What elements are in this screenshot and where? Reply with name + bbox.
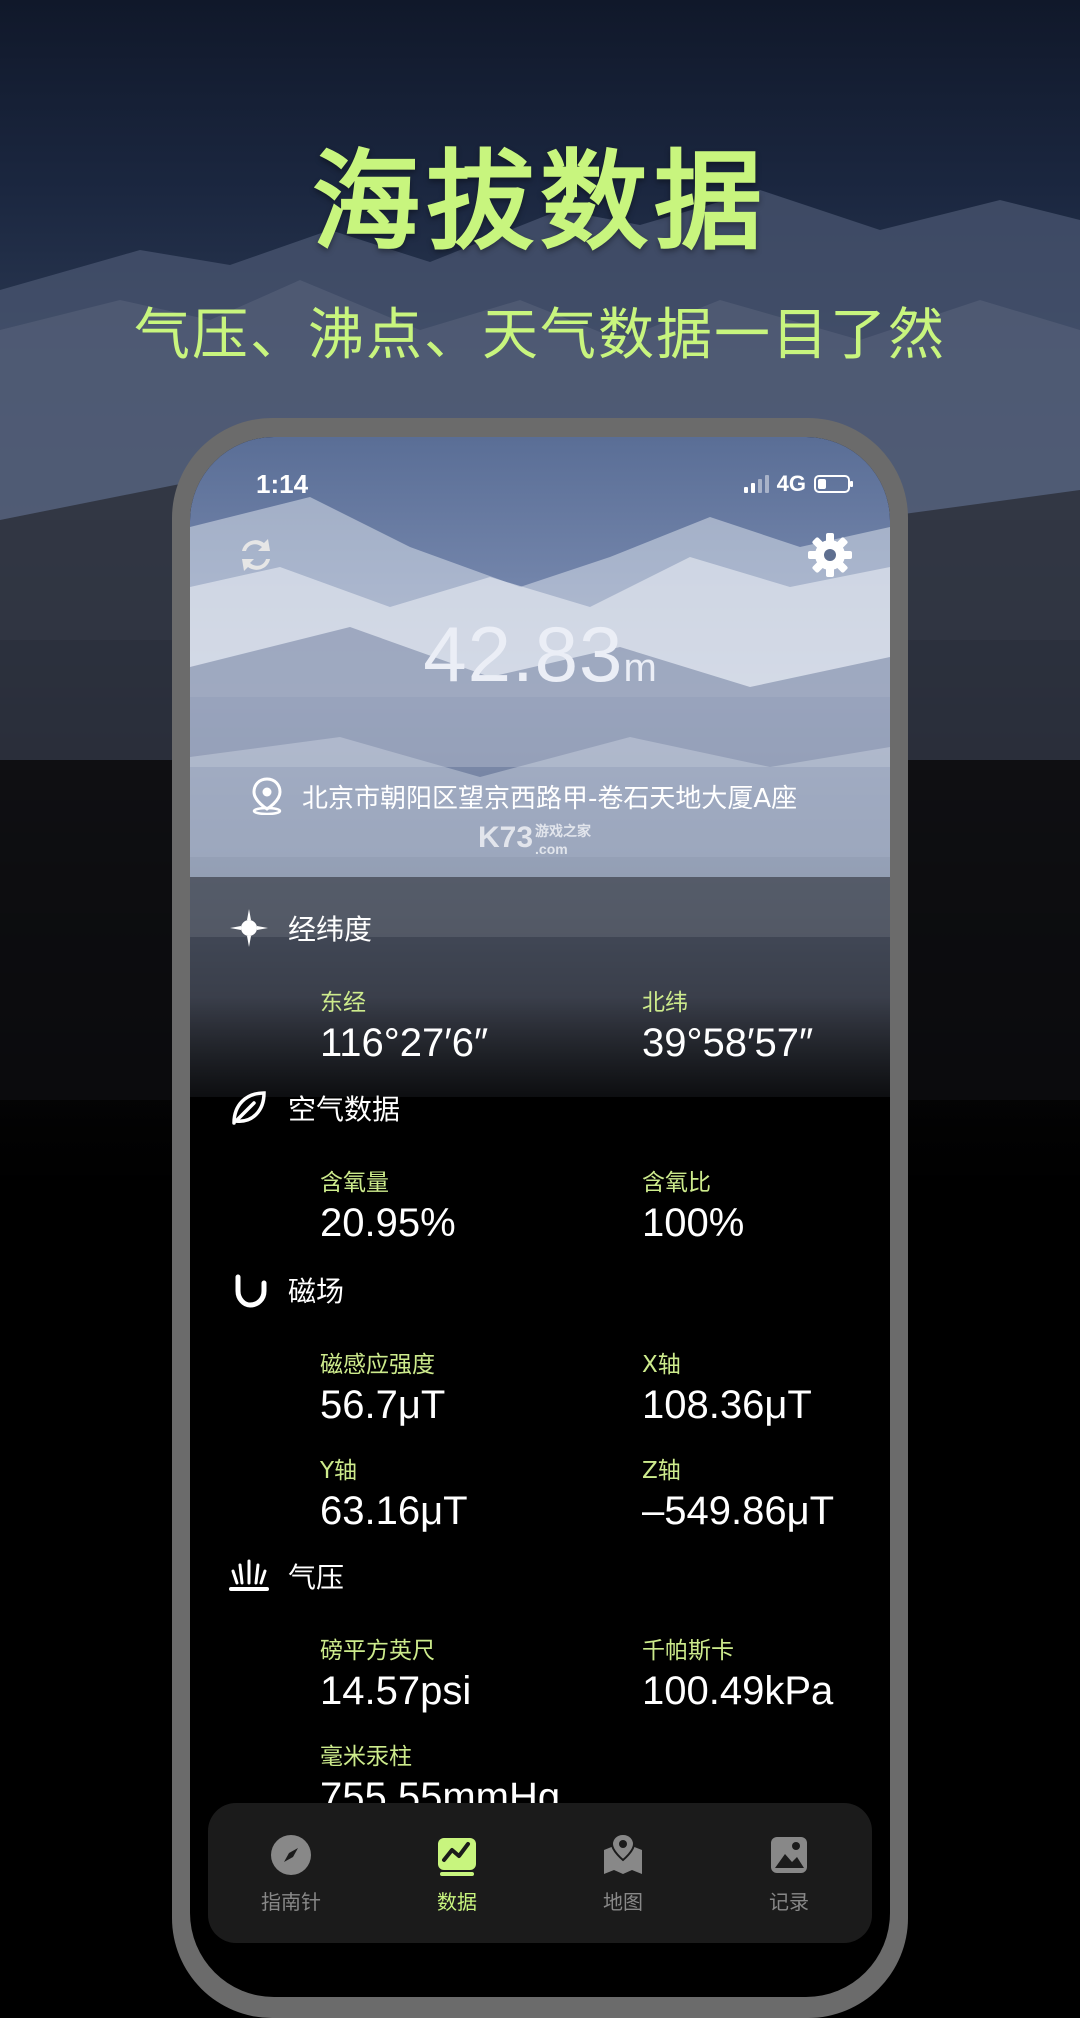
tab-map[interactable]: 地图: [563, 1832, 683, 1915]
oxygen-content-value: 20.95%: [320, 1201, 456, 1245]
leaf-icon: [228, 1087, 270, 1129]
chart-icon: [438, 1837, 476, 1876]
signal-icon: [743, 475, 769, 493]
magnetic-strength-label: 磁感应强度: [320, 1352, 435, 1378]
tab-records[interactable]: 记录: [729, 1832, 849, 1915]
psi-label: 磅平方英尺: [320, 1638, 435, 1664]
kpa-value: 100.49kPa: [642, 1669, 834, 1713]
bottom-tab-bar: 指南针 数据 地图 记录: [208, 1803, 872, 1943]
latitude-label: 北纬: [642, 990, 688, 1016]
refresh-icon[interactable]: [230, 529, 282, 581]
kpa-label: 千帕斯卡: [642, 1638, 734, 1664]
section-air-title: 空气数据: [228, 1087, 400, 1129]
tab-compass[interactable]: 指南针: [231, 1832, 351, 1915]
altitude-unit: m: [623, 646, 657, 690]
oxygen-ratio-value: 100%: [642, 1201, 745, 1245]
status-bar-right: 4G: [743, 471, 853, 497]
y-axis-label: Y轴: [320, 1458, 358, 1484]
tab-data[interactable]: 数据: [397, 1832, 517, 1915]
pressure-icon: [228, 1555, 270, 1597]
battery-icon: [814, 475, 853, 493]
location-address: 北京市朝阳区望京西路甲-卷石天地大厦A座: [302, 783, 798, 814]
latitude-value: 39°58′57″: [642, 1021, 814, 1065]
watermark: K73 游戏之家 .com: [478, 821, 592, 857]
z-axis-label: Z轴: [642, 1458, 681, 1484]
magnetic-strength-value: 56.7μT: [320, 1383, 446, 1427]
compass-icon: [271, 1834, 311, 1875]
location-pin-icon: [252, 777, 282, 815]
headline: 海拔数据: [311, 140, 768, 265]
network-label: 4G: [776, 471, 806, 496]
oxygen-ratio-label: 含氧比: [642, 1170, 711, 1196]
status-time: 1:14: [256, 469, 309, 499]
gallery-icon: [771, 1836, 807, 1873]
subheadline: 气压、沸点、天气数据一目了然: [134, 303, 946, 368]
section-pressure-title: 气压: [228, 1555, 344, 1597]
longitude-label: 东经: [320, 990, 366, 1016]
map-icon: [604, 1832, 642, 1874]
phone-screen: 1:14 4G 42.83m 北京市朝阳区望京西路甲-卷石天地大厦A座 K73 …: [190, 437, 890, 1997]
oxygen-content-label: 含氧量: [320, 1170, 389, 1196]
location-row: 北京市朝阳区望京西路甲-卷石天地大厦A座: [250, 777, 797, 815]
crosshair-icon: [228, 907, 270, 949]
x-axis-value: 108.36μT: [642, 1383, 812, 1427]
y-axis-value: 63.16μT: [320, 1489, 468, 1533]
settings-gear-icon[interactable]: [804, 529, 856, 581]
section-coords-title: 经纬度: [228, 907, 372, 949]
psi-value: 14.57psi: [320, 1669, 472, 1713]
altitude-readout: 42.83m: [190, 609, 890, 700]
section-magnetic-title: 磁场: [228, 1269, 344, 1311]
mmhg-label: 毫米汞柱: [320, 1744, 412, 1770]
altitude-value: 42.83: [423, 610, 624, 698]
longitude-value: 116°27′6″: [320, 1021, 489, 1065]
magnet-icon: [228, 1269, 270, 1311]
x-axis-label: X轴: [642, 1352, 681, 1378]
z-axis-value: –549.86μT: [642, 1489, 835, 1533]
